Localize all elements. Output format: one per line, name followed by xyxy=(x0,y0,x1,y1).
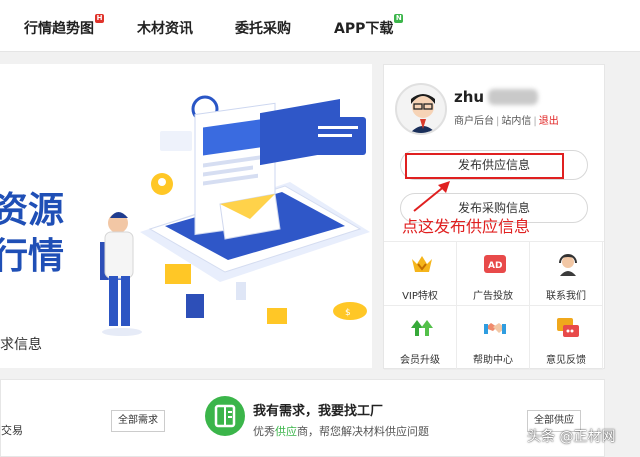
trade-text: 交易 xyxy=(1,424,23,437)
quick-vip[interactable]: VIP特权 xyxy=(384,242,457,306)
demand-title: 我有需求，我要找工厂 xyxy=(253,404,384,419)
headset-icon xyxy=(559,254,577,276)
nav-label: 委托采购 xyxy=(235,21,291,37)
vip-crown-icon xyxy=(412,256,432,272)
feedback-icon xyxy=(557,318,579,337)
sub-suffix: 商，帮您解决材料供应问题 xyxy=(297,425,429,438)
user-avatar-icon xyxy=(410,94,436,133)
logout-link[interactable]: 退出 xyxy=(539,116,559,127)
quick-contact[interactable]: 联系我们 xyxy=(530,242,603,306)
sub-prefix: 优秀 xyxy=(253,425,275,438)
watermark: 头条 @正材网 xyxy=(527,429,616,445)
inbox-link[interactable]: 站内信 xyxy=(501,116,531,127)
all-demand-button[interactable]: 全部需求 xyxy=(111,410,165,432)
nav-item-app-download[interactable]: APP下载 N xyxy=(334,14,404,38)
annotation-text: 点这发布供应信息 xyxy=(402,217,531,236)
user-links: 商户后台 | 站内信 | 退出 xyxy=(454,112,559,127)
hero-banner[interactable]: 资源 行情 求信息 $ xyxy=(0,64,372,368)
new-badge: N xyxy=(394,14,404,23)
top-nav: 行情趋势图 H 木材资讯 委托采购 APP下载 N xyxy=(0,0,640,52)
highlight-box xyxy=(405,153,564,179)
nav-label: APP下载 xyxy=(334,21,394,37)
ad-icon: AD xyxy=(484,255,506,273)
nav-label: 行情趋势图 xyxy=(24,21,94,37)
annotation-arrow-icon xyxy=(413,181,450,212)
quick-label: 联系我们 xyxy=(546,291,586,302)
sub-highlight: 供应 xyxy=(275,425,297,438)
handshake-icon xyxy=(484,323,506,334)
nav-item-entrusted-purchase[interactable]: 委托采购 xyxy=(235,18,291,38)
upgrade-arrows-icon xyxy=(411,320,433,336)
nav-label: 木材资讯 xyxy=(137,21,193,37)
user-panel: zhu 商户后台 | 站内信 | 退出 发布供应信息 发布采购信息 点这发布供应信息 V… xyxy=(383,64,605,370)
quick-label: 会员升级 xyxy=(400,355,440,366)
page-gutter xyxy=(610,52,640,457)
quick-feedback[interactable]: 意见反馈 xyxy=(530,306,603,370)
demand-subtitle: 优秀供应商，帮您解决材料供应问题 xyxy=(253,423,429,439)
factory-doc-icon xyxy=(205,396,245,436)
nav-item-wood-news[interactable]: 木材资讯 xyxy=(137,18,193,38)
username-blur xyxy=(488,89,538,105)
banner-illustration: $ xyxy=(100,95,370,336)
quick-help[interactable]: 帮助中心 xyxy=(457,306,530,370)
svg-text:$: $ xyxy=(345,308,351,318)
divider: | xyxy=(496,116,500,127)
svg-text:AD: AD xyxy=(488,261,502,271)
quick-ads[interactable]: AD 广告投放 xyxy=(457,242,530,306)
merchant-backend-link[interactable]: 商户后台 xyxy=(454,116,494,127)
hot-badge: H xyxy=(95,14,104,23)
avatar[interactable] xyxy=(395,83,447,135)
username: zhu xyxy=(454,88,485,106)
quick-label: 意见反馈 xyxy=(546,355,586,366)
quick-upgrade[interactable]: 会员升级 xyxy=(384,306,457,370)
nav-item-trend-chart[interactable]: 行情趋势图 H xyxy=(24,14,104,38)
demand-section: 交易 全部需求 我有需求，我要找工厂 优秀供应商，帮您解决材料供应问题 全部供应 xyxy=(0,379,605,457)
quick-label: 广告投放 xyxy=(473,291,513,302)
quick-label: VIP特权 xyxy=(402,291,438,302)
quick-label: 帮助中心 xyxy=(473,355,513,366)
divider: | xyxy=(533,116,537,127)
quick-links-grid: VIP特权 AD 广告投放 联系我们 会员升级 帮助中心 意见反馈 xyxy=(384,241,604,370)
